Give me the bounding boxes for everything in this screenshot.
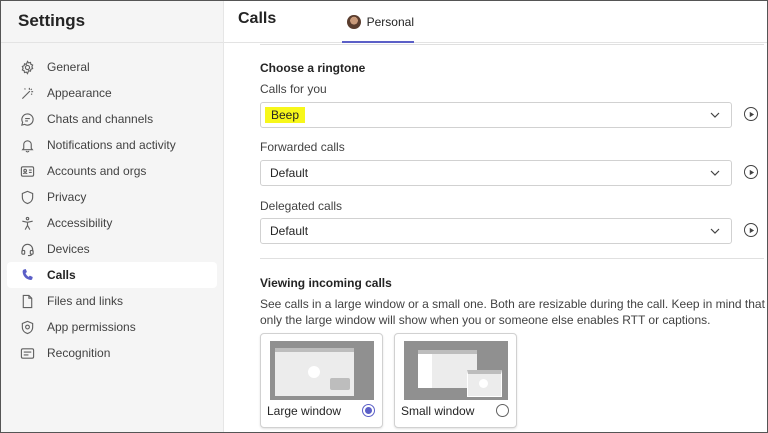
sidebar-item-label: Accounts and orgs [47, 164, 147, 178]
main-panel: Calls Personal Choose a ringtone Calls f… [224, 1, 767, 432]
settings-content[interactable]: Choose a ringtone Calls for you Beep For… [224, 43, 767, 432]
small-window-illustration [467, 370, 502, 397]
calls-for-you-label: Calls for you [260, 82, 327, 96]
large-window-preview [270, 341, 374, 400]
page-title: Calls [238, 10, 277, 27]
large-window-option[interactable]: Large window [260, 333, 383, 428]
sidebar-divider [1, 42, 223, 43]
sidebar-item-label: Recognition [47, 346, 111, 360]
delegated-calls-dropdown[interactable]: Default [260, 218, 732, 244]
shield-icon [19, 189, 35, 205]
sidebar-item-appearance[interactable]: Appearance [7, 80, 217, 106]
tab-personal[interactable]: Personal [342, 1, 414, 43]
document-icon [19, 293, 35, 309]
section-divider [260, 258, 764, 259]
sidebar-item-accounts-and-orgs[interactable]: Accounts and orgs [7, 158, 217, 184]
play-ringtone-button[interactable] [744, 223, 758, 237]
large-window-radio[interactable] [362, 404, 375, 417]
accessibility-icon [19, 215, 35, 231]
play-icon [749, 169, 754, 175]
sidebar-item-calls[interactable]: Calls [7, 262, 217, 288]
small-window-option[interactable]: Small window [394, 333, 517, 428]
recognition-icon [19, 345, 35, 361]
sidebar-item-label: General [47, 60, 90, 74]
sidebar-item-devices[interactable]: Devices [7, 236, 217, 262]
sidebar-nav: General Appearance Chats and channels No… [7, 54, 217, 366]
phone-icon [19, 267, 35, 283]
incoming-calls-description: See calls in a large window or a small o… [260, 297, 765, 327]
sidebar-item-label: Files and links [47, 294, 124, 308]
sidebar-item-label: Accessibility [47, 216, 113, 230]
sidebar-item-label: Privacy [47, 190, 87, 204]
contact-card-icon [19, 163, 35, 179]
sidebar-item-recognition[interactable]: Recognition [7, 340, 217, 366]
incoming-calls-heading: Viewing incoming calls [260, 276, 392, 290]
sidebar-title: Settings [18, 11, 86, 30]
forwarded-calls-label: Forwarded calls [260, 140, 345, 154]
forwarded-calls-dropdown[interactable]: Default [260, 160, 732, 186]
sidebar-item-label: Chats and channels [47, 112, 154, 126]
section-divider [260, 44, 764, 45]
shield-check-icon [19, 319, 35, 335]
sidebar: Settings General Appearance Chats and ch… [1, 1, 224, 432]
delegated-calls-label: Delegated calls [260, 199, 343, 213]
sidebar-item-accessibility[interactable]: Accessibility [7, 210, 217, 236]
chat-icon [19, 111, 35, 127]
sidebar-item-label: Notifications and activity [47, 138, 176, 152]
small-window-preview [404, 341, 508, 400]
chevron-down-icon [710, 228, 720, 234]
sidebar-item-general[interactable]: General [7, 54, 217, 80]
sidebar-item-label: Devices [47, 242, 90, 256]
sidebar-item-privacy[interactable]: Privacy [7, 184, 217, 210]
dropdown-value: Beep [265, 107, 306, 123]
sidebar-item-label: Appearance [47, 86, 112, 100]
settings-window: Settings General Appearance Chats and ch… [0, 0, 768, 433]
avatar [347, 14, 361, 29]
play-icon [749, 111, 754, 117]
option-label: Small window [401, 404, 475, 418]
sidebar-item-label: App permissions [47, 320, 136, 334]
chevron-down-icon [710, 170, 720, 176]
option-label: Large window [267, 404, 342, 418]
play-ringtone-button[interactable] [744, 107, 758, 121]
chevron-down-icon [710, 112, 720, 118]
tab-label: Personal [366, 14, 414, 29]
dropdown-value: Default [270, 224, 309, 238]
sidebar-item-app-permissions[interactable]: App permissions [7, 314, 217, 340]
play-icon [749, 227, 754, 233]
large-window-illustration [275, 348, 354, 396]
gear-icon [19, 59, 35, 75]
calls-for-you-dropdown[interactable]: Beep [260, 102, 732, 128]
ringtone-heading: Choose a ringtone [260, 61, 366, 75]
sidebar-item-chats-and-channels[interactable]: Chats and channels [7, 106, 217, 132]
play-ringtone-button[interactable] [744, 165, 758, 179]
sidebar-item-notifications-and-activity[interactable]: Notifications and activity [7, 132, 217, 158]
sidebar-item-files-and-links[interactable]: Files and links [7, 288, 217, 314]
headset-icon [19, 241, 35, 257]
page-header: Calls Personal [224, 1, 767, 43]
small-window-radio[interactable] [496, 404, 509, 417]
dropdown-value: Default [270, 166, 309, 180]
sidebar-item-label: Calls [47, 268, 76, 282]
magic-wand-icon [19, 85, 35, 101]
bell-icon [19, 137, 35, 153]
